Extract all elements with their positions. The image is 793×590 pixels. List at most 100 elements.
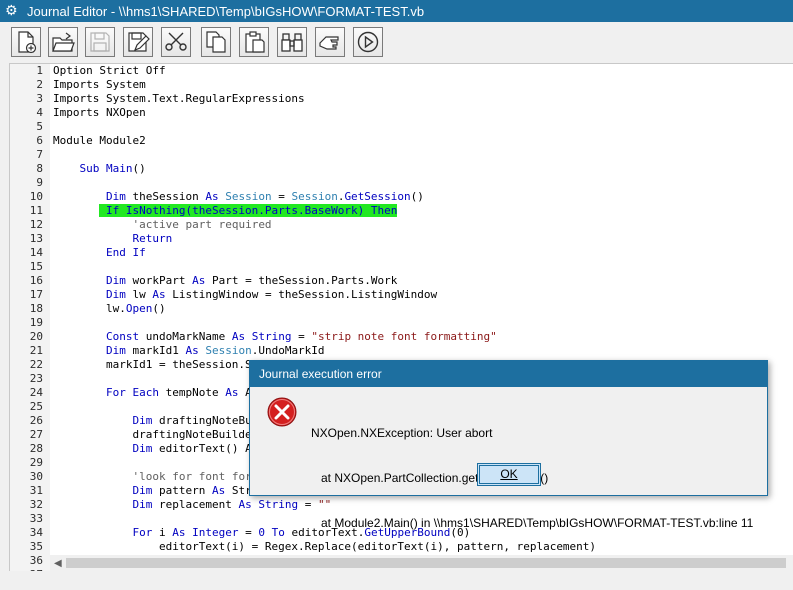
code-line[interactable]: 1 Option Strict Off [10, 64, 793, 78]
line-number: 9 [36, 176, 43, 189]
line-number: 11 [29, 204, 43, 217]
line-number: 6 [36, 134, 43, 147]
code-text: Imports System.Text.RegularExpressions [53, 92, 305, 105]
code-line[interactable]: 19 [10, 316, 793, 330]
line-number: 31 [29, 484, 43, 497]
code-line[interactable]: 20 Const undoMarkName As String = "strip… [10, 330, 793, 344]
line-number: 2 [36, 78, 43, 91]
window-title: Journal Editor - \\hms1\SHARED\Temp\bIGs… [27, 3, 425, 19]
code-line[interactable]: 15 [10, 260, 793, 274]
paste-button[interactable] [239, 27, 269, 57]
error-message-line: NXOpen.NXException: User abort [311, 426, 493, 440]
gear-icon: ⚙ [5, 3, 18, 19]
code-text: Sub Main() [79, 162, 146, 175]
code-text: Dim workPart As Part = theSession.Parts.… [105, 274, 398, 287]
save-as-icon [128, 32, 150, 52]
code-line[interactable]: 11 If IsNothing(theSession.Parts.BaseWor… [10, 204, 793, 218]
save-as-button[interactable] [123, 27, 153, 57]
line-number: 4 [36, 106, 43, 119]
code-line[interactable]: 5 [10, 120, 793, 134]
line-number: 8 [36, 162, 43, 175]
code-text: For Each tempNote As A [105, 386, 252, 399]
save-button[interactable] [85, 27, 115, 57]
error-dialog: Journal execution error NXOpen.NXExcepti… [249, 360, 768, 530]
edit-references-button[interactable] [315, 27, 345, 57]
scroll-left-icon[interactable]: ◀ [54, 558, 62, 569]
line-number: 13 [29, 232, 43, 245]
error-x-icon [267, 397, 297, 427]
code-text: Dim theSession As Session = Session.GetS… [105, 190, 424, 203]
open-file-button[interactable] [48, 27, 78, 57]
line-number: 19 [29, 316, 43, 329]
code-line[interactable]: 8 Sub Main() [10, 162, 793, 176]
code-text: Imports System [53, 78, 146, 91]
code-line[interactable]: 9 [10, 176, 793, 190]
code-text: End If [105, 246, 146, 259]
code-line[interactable]: 7 [10, 148, 793, 162]
line-number: 20 [29, 330, 43, 343]
code-line[interactable]: 16 Dim workPart As Part = theSession.Par… [10, 274, 793, 288]
code-text: markId1 = theSession.S [53, 358, 252, 371]
code-line[interactable]: 4 Imports NXOpen [10, 106, 793, 120]
code-text: 'active part required [132, 218, 272, 231]
code-text: Return [132, 232, 173, 245]
line-number: 21 [29, 344, 43, 357]
code-text: lw.Open() [53, 302, 166, 315]
line-number: 23 [29, 372, 43, 385]
code-text: 'look for font for [132, 470, 252, 483]
code-text: Module Module2 [53, 134, 146, 147]
cut-button[interactable] [161, 27, 191, 57]
code-line[interactable]: 21 Dim markId1 As Session.UndoMarkId [10, 344, 793, 358]
code-text: Dim lw As ListingWindow = theSession.Lis… [105, 288, 438, 301]
error-message-line: at Module2.Main() in \\hms1\SHARED\Temp\… [311, 516, 754, 530]
play-icon [357, 31, 379, 53]
new-document-icon [18, 31, 37, 54]
line-number: 5 [36, 120, 43, 133]
line-number: 34 [29, 526, 43, 539]
code-line[interactable]: 12 'active part required [10, 218, 793, 232]
copy-button[interactable] [201, 27, 231, 57]
code-line[interactable]: 13 Return [10, 232, 793, 246]
open-folder-icon [52, 32, 75, 52]
line-number: 26 [29, 414, 43, 427]
code-line[interactable]: 17 Dim lw As ListingWindow = theSession.… [10, 288, 793, 302]
code-line[interactable]: 10 Dim theSession As Session = Session.G… [10, 190, 793, 204]
code-line[interactable]: 18 lw.Open() [10, 302, 793, 316]
line-number: 25 [29, 400, 43, 413]
line-number: 3 [36, 92, 43, 105]
line-number: 35 [29, 540, 43, 553]
line-number: 14 [29, 246, 43, 259]
code-text: Dim markId1 As Session.UndoMarkId [105, 344, 325, 357]
run-button[interactable] [353, 27, 383, 57]
line-number: 30 [29, 470, 43, 483]
code-line[interactable]: 14 End If [10, 246, 793, 260]
scissors-icon [165, 32, 187, 51]
code-text: Const undoMarkName As String = "strip no… [105, 330, 497, 343]
status-strip [0, 571, 793, 590]
line-number: 16 [29, 274, 43, 287]
journal-editor-window: ⚙ Journal Editor - \\hms1\SHARED\Temp\bI… [0, 0, 793, 590]
line-number: 33 [29, 512, 43, 525]
line-number: 1 [36, 64, 43, 77]
code-line[interactable]: 2 Imports System [10, 78, 793, 92]
line-number: 10 [29, 190, 43, 203]
code-text: Dim pattern As Str [132, 484, 252, 497]
ok-button[interactable]: OK [477, 463, 541, 486]
line-number: 22 [29, 358, 43, 371]
save-disk-icon [90, 32, 110, 52]
line-number: 7 [36, 148, 43, 161]
find-button[interactable] [277, 27, 307, 57]
toolbar [0, 22, 793, 62]
line-number: 15 [29, 260, 43, 273]
code-text: Dim editorText() A [132, 442, 252, 455]
new-file-button[interactable] [11, 27, 41, 57]
code-line[interactable]: 3 Imports System.Text.RegularExpressions [10, 92, 793, 106]
code-text: Option Strict Off [53, 64, 166, 77]
line-number: 24 [29, 386, 43, 399]
line-number: 27 [29, 428, 43, 441]
line-number: 29 [29, 456, 43, 469]
line-number: 28 [29, 442, 43, 455]
title-bar[interactable]: ⚙ Journal Editor - \\hms1\SHARED\Temp\bI… [0, 0, 793, 22]
code-line[interactable]: 6 Module Module2 [10, 134, 793, 148]
line-number: 36 [29, 554, 43, 567]
